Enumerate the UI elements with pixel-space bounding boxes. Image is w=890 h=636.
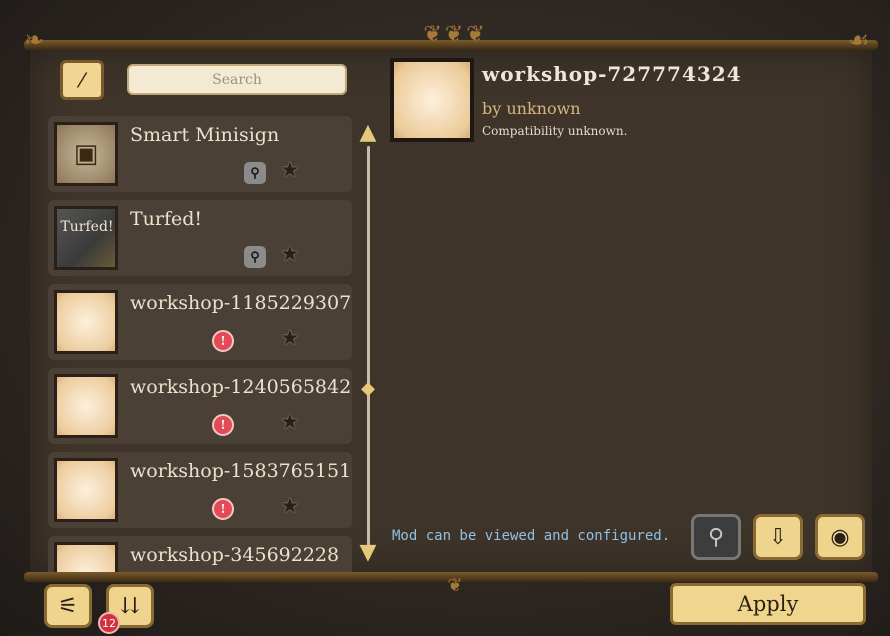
mod-thumbnail: ▣ <box>54 122 118 186</box>
mod-thumbnail <box>54 290 118 354</box>
download-arrow-icon: ⇩ <box>768 524 788 550</box>
mod-list: ▣ Smart Minisign ⚲ ★ Turfed! Turfed! ⚲ ★… <box>48 116 352 572</box>
scroll-up-arrow-icon[interactable]: ▲ <box>356 122 380 144</box>
mod-list-scrollbar[interactable]: ▲ ◆ ▼ <box>356 122 380 566</box>
clean-mods-button[interactable]: ⚟ <box>44 584 92 628</box>
apply-button-label: Apply <box>737 592 799 616</box>
mod-row[interactable]: workshop-1185229307 ! ★ <box>48 284 352 360</box>
mod-name: workshop-1185229307 <box>130 292 352 314</box>
favorite-star-icon[interactable]: ★ <box>280 326 300 351</box>
favorite-star-icon[interactable]: ★ <box>280 410 300 435</box>
scroll-track[interactable] <box>367 146 370 546</box>
broom-icon: ⚟ <box>58 593 78 619</box>
mod-name: Smart Minisign <box>130 124 280 146</box>
server-mod-icon: ⚲ <box>707 524 725 550</box>
mod-row[interactable]: ▣ Smart Minisign ⚲ ★ <box>48 116 352 192</box>
scroll-thumb-icon[interactable]: ◆ <box>359 380 377 398</box>
favorite-star-icon[interactable]: ★ <box>280 494 300 519</box>
frame-corner-right-icon: ☙ <box>848 26 870 54</box>
update-count-badge: 12 <box>98 612 120 634</box>
mod-name: workshop-345692228 <box>130 544 340 566</box>
scroll-down-arrow-icon[interactable]: ▼ <box>356 542 380 564</box>
server-mod-button[interactable]: ⚲ <box>691 514 741 560</box>
out-of-date-warning-icon: ! <box>212 498 234 520</box>
filter-toggle-icon: ⁄ <box>80 68 84 92</box>
mod-row[interactable]: workshop-345692228 <box>48 536 352 572</box>
mod-thumbnail <box>54 458 118 522</box>
server-mod-icon: ⚲ <box>244 162 266 184</box>
selected-mod-title: workshop-727774324 <box>482 62 742 86</box>
selected-mod-thumbnail <box>390 58 474 142</box>
favorite-star-icon[interactable]: ★ <box>280 242 300 267</box>
mod-thumbnail <box>54 542 118 572</box>
update-all-icon: ⇊ <box>120 593 140 619</box>
chest-icon: ▣ <box>73 139 99 169</box>
mod-thumbnail <box>54 374 118 438</box>
search-input[interactable] <box>127 64 347 95</box>
selected-mod-author: by unknown <box>482 99 581 118</box>
mod-row[interactable]: workshop-1240565842 ! ★ <box>48 368 352 444</box>
favorite-star-icon[interactable]: ★ <box>280 158 300 183</box>
mod-thumbnail-text: Turfed! <box>60 219 114 235</box>
mod-name: workshop-1240565842 <box>130 376 352 398</box>
workshop-page-button[interactable]: ◉ <box>815 514 865 560</box>
selected-mod-status: Mod can be viewed and configured. <box>392 528 671 544</box>
mod-thumbnail: Turfed! <box>54 206 118 270</box>
frame-ornament-icon: ❦ ❦ ❦ <box>423 22 484 47</box>
server-mod-icon: ⚲ <box>244 246 266 268</box>
mod-name: Turfed! <box>130 208 203 230</box>
frame-corner-left-icon: ❧ <box>24 26 45 54</box>
selected-mod-compatibility: Compatibility unknown. <box>482 124 628 138</box>
mod-row[interactable]: workshop-1583765151 ! ★ <box>48 452 352 528</box>
frame-ornament-bottom-icon: ❦ <box>447 575 463 596</box>
update-mod-button[interactable]: ⇩ <box>753 514 803 560</box>
mod-name: workshop-1583765151 <box>130 460 352 482</box>
out-of-date-warning-icon: ! <box>212 330 234 352</box>
mod-row[interactable]: Turfed! Turfed! ⚲ ★ <box>48 200 352 276</box>
out-of-date-warning-icon: ! <box>212 414 234 436</box>
filter-toggle-button[interactable]: ⁄ <box>60 60 104 100</box>
apply-button[interactable]: Apply <box>670 583 866 625</box>
globe-icon: ◉ <box>830 524 850 550</box>
